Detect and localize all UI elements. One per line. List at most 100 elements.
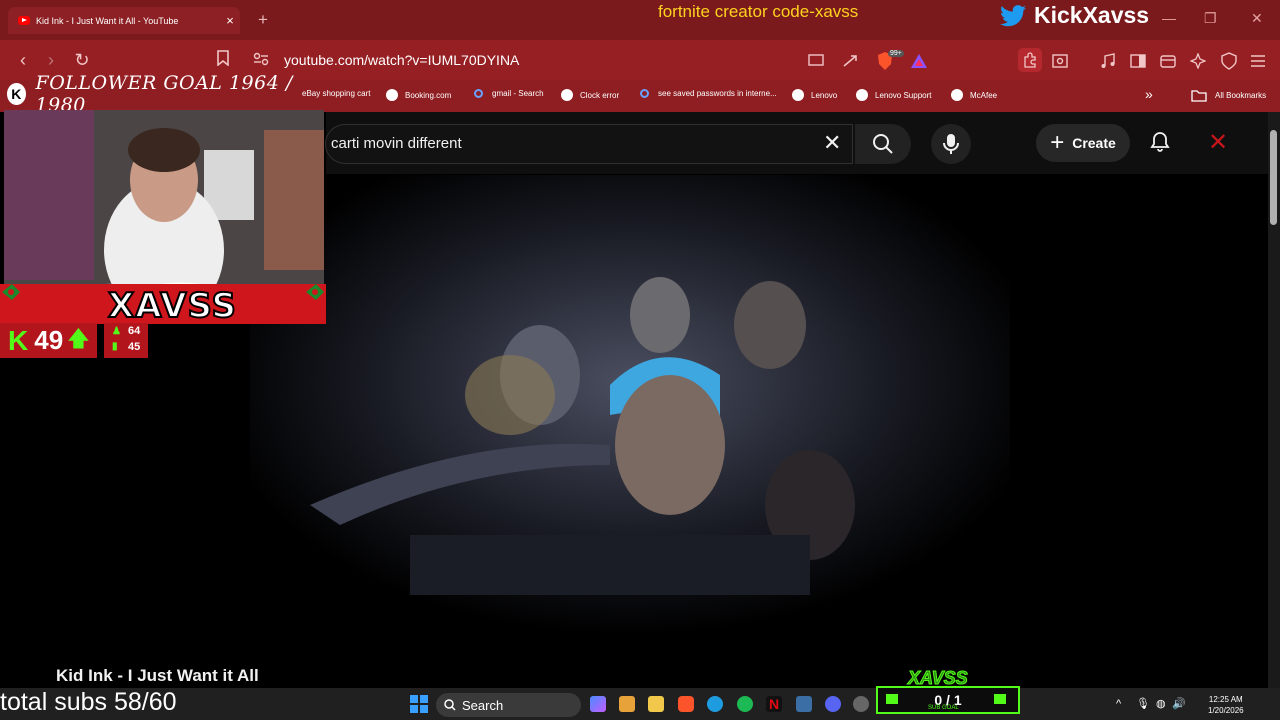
spotify-icon[interactable] [737, 696, 753, 712]
bookmark-item[interactable]: gmail - Search [474, 89, 544, 98]
minimize-icon[interactable]: — [1162, 10, 1176, 26]
discord-icon[interactable] [825, 696, 841, 712]
sidebar-icon[interactable] [1128, 51, 1148, 71]
kick-logo-icon: K [7, 83, 26, 105]
search-button[interactable] [855, 124, 911, 164]
stat-bottom: 45 [128, 341, 141, 353]
plus-icon: + [1050, 129, 1065, 156]
bookmark-item[interactable]: Booking.com [386, 89, 451, 101]
chevron-up-icon[interactable]: ^ [1116, 698, 1121, 710]
kick-logo-icon: K [8, 324, 29, 356]
gift-right-icon [994, 694, 1006, 704]
clear-search-icon[interactable]: ✕ [823, 130, 841, 156]
bookmark-label: Lenovo [811, 90, 838, 100]
create-button[interactable]: + Create [1036, 124, 1130, 162]
microphone-tray-icon[interactable]: 🎙 [1136, 697, 1150, 710]
sub-goal-widget: 0 / 1 SUB GOAL [876, 686, 1020, 714]
brave-rewards-icon[interactable] [909, 51, 929, 71]
video-title: Kid Ink - I Just Want it All [56, 666, 259, 685]
bell-icon [1150, 132, 1170, 152]
close-window-icon[interactable]: ✕ [1251, 10, 1263, 27]
store-icon[interactable] [619, 696, 635, 712]
browser-tab[interactable]: Kid Ink - I Just Want it All - YouTube × [8, 7, 240, 34]
brave-browser-icon[interactable] [678, 696, 694, 712]
wallet-icon[interactable] [1158, 51, 1178, 71]
screenshot-icon[interactable] [1050, 51, 1070, 71]
bookmark-item[interactable]: see saved passwords in interne... [640, 89, 777, 98]
music-icon[interactable] [1098, 51, 1118, 71]
vpn-icon[interactable] [1219, 51, 1239, 71]
extension-badge: 99+ [888, 50, 904, 57]
creator-code-text: fortnite creator code-xavss [658, 2, 859, 21]
viewer-counter: K 49 🡅 [0, 323, 97, 358]
back-icon[interactable]: ‹ [12, 49, 34, 71]
netflix-icon[interactable]: N [766, 696, 782, 712]
volume-icon[interactable]: 🔊 [1172, 697, 1186, 710]
video-player[interactable] [250, 175, 1010, 635]
youtube-favicon-icon [18, 16, 30, 25]
create-label: Create [1072, 135, 1116, 151]
share-icon[interactable] [840, 51, 860, 71]
all-bookmarks-button[interactable]: All Bookmarks [1191, 89, 1266, 102]
microphone-icon [943, 134, 959, 154]
viewer-count: 49 [34, 325, 64, 355]
bookmark-icon[interactable] [212, 49, 234, 71]
forward-icon[interactable]: › [40, 49, 62, 71]
taskbar-search-label: Search [462, 697, 504, 713]
taskbar-clock[interactable]: 12:25 AM 1/20/2026 [1208, 694, 1244, 716]
bookmark-label: see saved passwords in interne... [658, 89, 777, 98]
clock-time: 12:25 AM [1208, 695, 1243, 704]
bookmark-item[interactable]: Lenovo [792, 89, 837, 101]
search-icon [873, 134, 893, 154]
copilot-icon[interactable] [590, 696, 606, 712]
holly-right-icon [306, 284, 324, 300]
follower-goal-overlay: K FOLLOWER GOAL 1964 / 1980 [0, 72, 300, 116]
windows-start-icon[interactable] [410, 695, 428, 718]
scrollbar-thumb[interactable] [1270, 130, 1277, 225]
bookmark-item[interactable]: Clock error [561, 89, 619, 101]
close-tab-icon[interactable]: × [220, 13, 240, 28]
url-text[interactable]: youtube.com/watch?v=IUML70DYINA [284, 52, 519, 68]
arrow-up-icon: 🡅 [67, 325, 90, 351]
extensions-puzzle-icon[interactable] [1018, 48, 1042, 72]
file-explorer-icon[interactable] [648, 696, 664, 712]
bookmark-label: gmail - Search [492, 89, 544, 98]
site-info-icon[interactable] [250, 49, 272, 71]
leo-ai-icon[interactable] [1188, 51, 1208, 71]
bookmark-label: Booking.com [405, 90, 452, 100]
bars-icon: ▮ [112, 341, 118, 352]
bookmark-label: Clock error [580, 90, 620, 100]
voice-search-button[interactable] [931, 124, 971, 164]
more-bookmarks-icon[interactable]: » [1145, 86, 1153, 102]
globe-icon [856, 89, 868, 101]
bookmark-item[interactable]: Lenovo Support [856, 89, 932, 101]
new-tab-icon[interactable]: + [258, 10, 268, 30]
bookmark-item[interactable]: McAfee [951, 89, 997, 101]
restore-icon[interactable]: ❐ [1204, 10, 1217, 27]
edge-icon[interactable] [707, 696, 723, 712]
bookmark-item[interactable]: eBay shopping cart [302, 89, 371, 98]
account-avatar[interactable]: ✕ [1208, 131, 1228, 155]
menu-icon[interactable] [1248, 51, 1268, 71]
bookmark-label: eBay shopping cart [302, 89, 371, 98]
globe-icon [951, 89, 963, 101]
globe-icon [792, 89, 804, 101]
windows-taskbar [0, 688, 1280, 720]
tab-title: Kid Ink - I Just Want it All - YouTube [36, 15, 179, 26]
settings-gear-icon[interactable] [853, 696, 869, 712]
notifications-button[interactable] [1150, 131, 1170, 158]
search-input[interactable]: carti movin different [331, 135, 462, 152]
wifi-icon[interactable]: ◍ [1156, 697, 1166, 710]
globe-icon [386, 89, 398, 101]
search-icon [640, 89, 649, 98]
globe-icon [561, 89, 573, 101]
taskbar-search[interactable]: Search [436, 693, 581, 717]
app-icon[interactable] [796, 696, 812, 712]
search-icon [444, 699, 456, 711]
twitter-handle-text: KickXavss [1034, 2, 1150, 28]
twitter-bird-icon [1000, 4, 1026, 26]
cast-icon[interactable] [806, 51, 826, 71]
reload-icon[interactable]: ↻ [71, 49, 93, 71]
person-icon: ♟ [112, 326, 121, 337]
streamer-name: XAVSS [107, 285, 237, 327]
